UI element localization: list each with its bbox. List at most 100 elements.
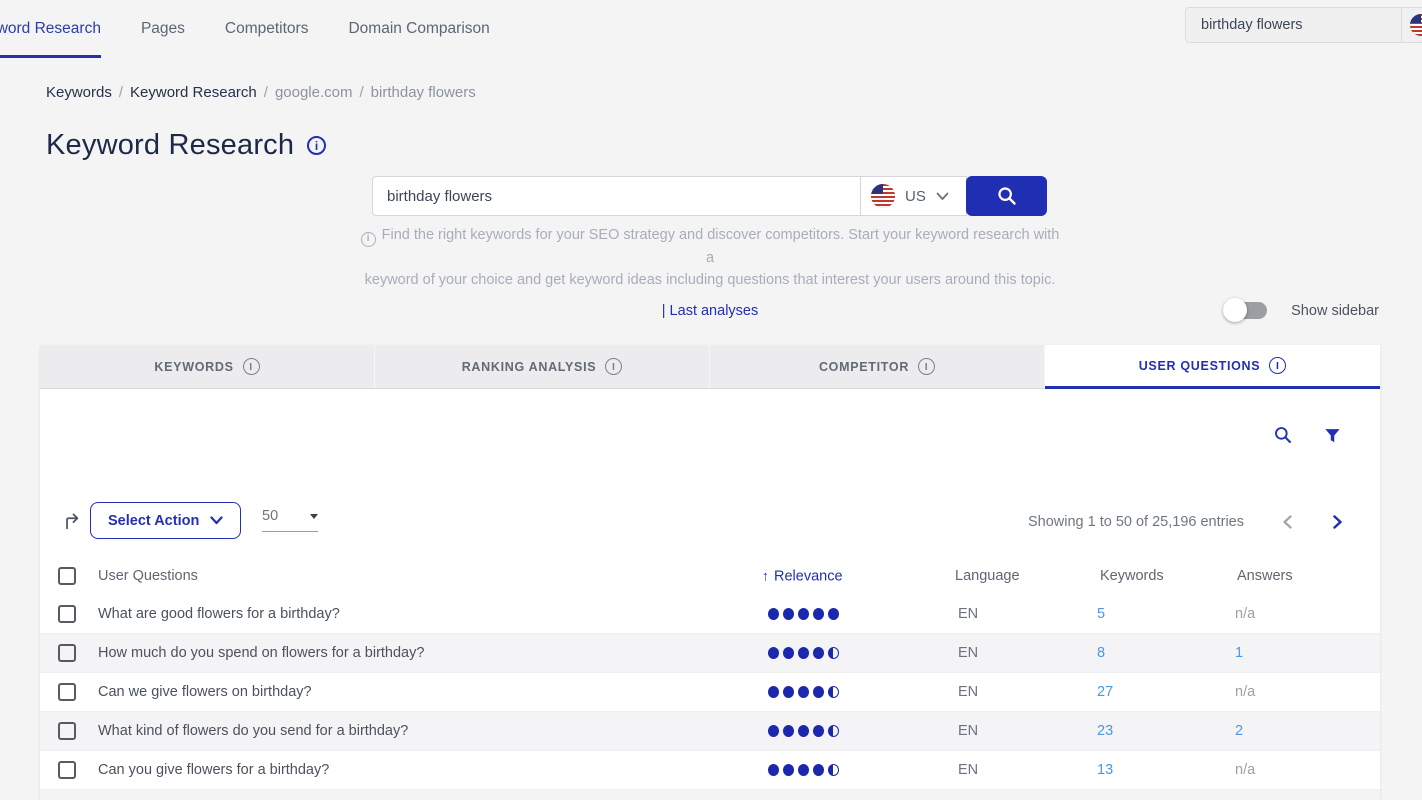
tab-keywords[interactable]: Keywords [40, 345, 375, 389]
info-icon[interactable] [1269, 357, 1286, 374]
search-divider [1401, 8, 1402, 42]
keywords-link[interactable]: 27 [1097, 684, 1113, 700]
language-value: EN [958, 762, 978, 778]
us-flag-icon [871, 184, 895, 208]
header-language: Language [955, 568, 1020, 584]
table-row[interactable]: What kind of flowers do you send for a b… [40, 712, 1380, 751]
next-page-button[interactable] [1331, 515, 1344, 529]
tabs: Keywords Ranking Analysis Competitor Use… [40, 345, 1380, 389]
relevance-dot [828, 764, 839, 776]
page-title-text: Keyword Research [46, 129, 294, 162]
relevance-dot [828, 647, 839, 659]
answers-value[interactable]: 2 [1235, 723, 1243, 739]
top-search-input[interactable] [1186, 17, 1388, 33]
header-keywords: Keywords [1100, 568, 1164, 584]
header-relevance[interactable]: Relevance [762, 568, 843, 585]
info-icon[interactable] [307, 136, 326, 155]
relevance-dot [828, 686, 839, 698]
tab-user-questions[interactable]: User Questions [1045, 345, 1380, 389]
intro-text: Find the right keywords for your SEO str… [360, 224, 1060, 322]
row-checkbox[interactable] [58, 722, 76, 740]
breadcrumb-item-google-com[interactable]: google.com [275, 84, 353, 101]
export-button[interactable] [62, 510, 84, 532]
keywords-link[interactable]: 23 [1097, 723, 1113, 739]
page-size-select[interactable]: 50 [262, 508, 318, 532]
relevance-dot [813, 725, 824, 737]
keywords-link[interactable]: 5 [1097, 606, 1105, 622]
info-icon[interactable] [918, 358, 935, 375]
relevance-dot [798, 686, 809, 698]
question-text: What kind of flowers do you send for a b… [98, 723, 408, 739]
language-value: EN [958, 606, 978, 622]
intro-line2: keyword of your choice and get keyword i… [365, 272, 1056, 288]
relevance-dots [768, 608, 839, 620]
header-answers: Answers [1237, 568, 1293, 584]
table-row[interactable]: Can we give flowers on birthday? EN 27 n… [40, 673, 1380, 712]
nav-item-keyword-research[interactable]: Keyword Research [0, 0, 101, 58]
top-search[interactable] [1185, 7, 1422, 43]
page-title: Keyword Research [46, 129, 326, 162]
action-row: Select Action 50 Showing 1 to 50 of 25,1… [40, 500, 1380, 544]
country-code: US [905, 188, 926, 205]
row-checkbox[interactable] [58, 683, 76, 701]
relevance-dot [798, 725, 809, 737]
table-search-button[interactable] [1273, 425, 1293, 445]
relevance-dot [828, 725, 839, 737]
relevance-dot [768, 764, 779, 776]
last-analyses-link[interactable]: | Last analyses [360, 300, 1060, 322]
nav-item-competitors[interactable]: Competitors [225, 0, 309, 58]
us-flag-icon[interactable] [1410, 14, 1422, 36]
row-checkbox[interactable] [58, 605, 76, 623]
table-body: What are good flowers for a birthday? EN… [40, 595, 1380, 800]
breadcrumb: Keywords/Keyword Research/google.com/bir… [46, 84, 476, 101]
breadcrumb-item-birthday-flowers[interactable]: birthday flowers [371, 84, 476, 101]
filter-button[interactable] [1323, 426, 1342, 445]
relevance-dot [813, 764, 824, 776]
select-action-button[interactable]: Select Action [90, 502, 241, 539]
chevron-left-icon [1281, 515, 1294, 529]
select-all-checkbox[interactable] [58, 567, 76, 585]
prev-page-button[interactable] [1281, 515, 1294, 529]
tab-ranking-analysis[interactable]: Ranking Analysis [375, 345, 710, 389]
panel-tools [1273, 425, 1342, 445]
answers-value[interactable]: 1 [1235, 645, 1243, 661]
breadcrumb-separator: / [119, 84, 123, 101]
nav-item-domain-comparison[interactable]: Domain Comparison [348, 0, 489, 58]
breadcrumb-item-keyword-research[interactable]: Keyword Research [130, 84, 257, 101]
results-panel: Keywords Ranking Analysis Competitor Use… [40, 345, 1380, 800]
table-row[interactable]: How much do you spend on flowers for a b… [40, 634, 1380, 673]
relevance-dot [783, 725, 794, 737]
keywords-link[interactable]: 13 [1097, 762, 1113, 778]
table-header: User Questions Relevance Language Keywor… [40, 557, 1380, 596]
table-row[interactable]: Can you give flowers for a birthday? EN … [40, 751, 1380, 790]
info-icon[interactable] [605, 358, 622, 375]
relevance-dot [783, 608, 794, 620]
row-checkbox[interactable] [58, 644, 76, 662]
language-value: EN [958, 723, 978, 739]
info-icon[interactable] [243, 358, 260, 375]
toggle-knob [1223, 298, 1247, 322]
info-icon [361, 232, 376, 247]
country-select[interactable]: US [860, 176, 967, 216]
relevance-dot [798, 608, 809, 620]
relevance-dot [768, 725, 779, 737]
breadcrumb-separator: / [264, 84, 268, 101]
table-row-partial [40, 790, 1380, 800]
filter-icon [1323, 426, 1342, 445]
breadcrumb-item-keywords[interactable]: Keywords [46, 84, 112, 101]
keyword-input[interactable] [373, 177, 860, 215]
search-icon [996, 185, 1018, 207]
row-checkbox[interactable] [58, 761, 76, 779]
table-row[interactable]: What are good flowers for a birthday? EN… [40, 595, 1380, 634]
relevance-dots [768, 764, 839, 776]
tab-competitor[interactable]: Competitor [710, 345, 1045, 389]
search-button[interactable] [966, 176, 1047, 216]
top-navigation: Keyword Research Pages Competitors Domai… [0, 0, 1422, 58]
chevron-right-icon [1331, 515, 1344, 529]
intro-line1: Find the right keywords for your SEO str… [382, 227, 1060, 266]
language-value: EN [958, 645, 978, 661]
relevance-dot [783, 764, 794, 776]
show-sidebar-toggle[interactable] [1226, 302, 1267, 319]
keywords-link[interactable]: 8 [1097, 645, 1105, 661]
nav-item-pages[interactable]: Pages [141, 0, 185, 58]
